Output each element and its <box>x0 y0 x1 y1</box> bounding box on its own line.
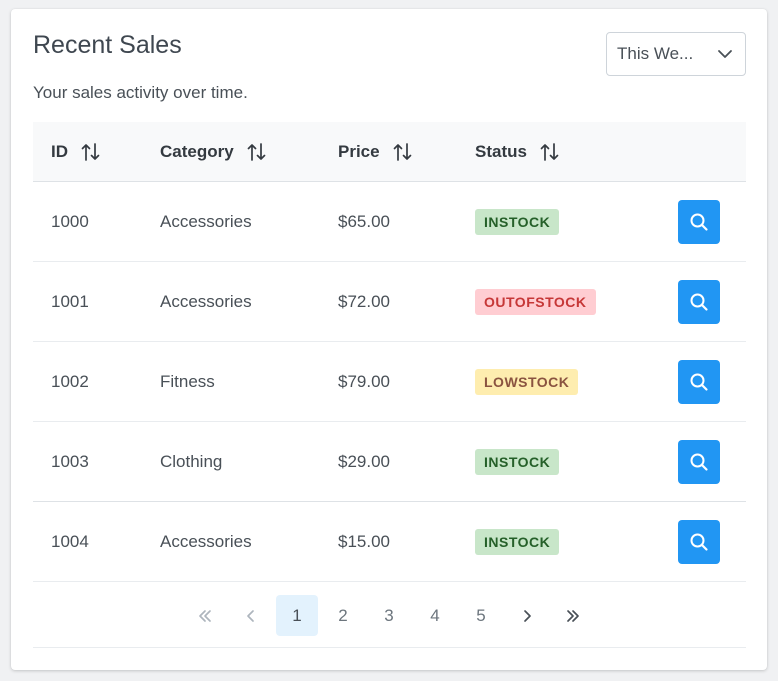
card-subtitle: Your sales activity over time. <box>33 83 248 102</box>
table-row: 1004 Accessories $15.00 INSTOCK <box>33 502 746 582</box>
cell-status: LOWSTOCK <box>475 342 579 422</box>
sort-icon <box>80 141 102 163</box>
status-badge: INSTOCK <box>475 209 560 235</box>
cell-status: INSTOCK <box>475 502 560 582</box>
first-page-button[interactable] <box>184 595 226 636</box>
page-button-5[interactable]: 5 <box>460 595 502 636</box>
cell-price: $72.00 <box>338 292 390 311</box>
last-page-button[interactable] <box>552 595 594 636</box>
view-row-button[interactable] <box>678 520 720 564</box>
cell-category: Accessories <box>160 212 252 231</box>
double-chevron-left-icon <box>196 607 214 625</box>
status-badge: LOWSTOCK <box>475 369 579 395</box>
status-badge: INSTOCK <box>475 449 560 475</box>
cell-id: 1000 <box>51 212 89 231</box>
cell-id: 1001 <box>51 292 89 311</box>
paginator: 1 2 3 4 5 <box>33 584 746 648</box>
column-header-label: Category <box>160 142 234 161</box>
sales-table: ID Category Price Status 1000 Accessorie… <box>33 122 746 582</box>
cell-price: $65.00 <box>338 212 390 231</box>
prev-page-button[interactable] <box>230 595 272 636</box>
search-icon <box>689 292 709 312</box>
cell-id: 1002 <box>51 372 89 391</box>
view-row-button[interactable] <box>678 440 720 484</box>
search-icon <box>689 532 709 552</box>
page-button-3[interactable]: 3 <box>368 595 410 636</box>
cell-category: Fitness <box>160 372 215 391</box>
cell-status: OUTOFSTOCK <box>475 262 596 342</box>
view-row-button[interactable] <box>678 200 720 244</box>
page-button-1[interactable]: 1 <box>276 595 318 636</box>
cell-price: $15.00 <box>338 532 390 551</box>
chevron-down-icon <box>705 33 745 75</box>
card-title: Recent Sales <box>33 31 182 59</box>
double-chevron-right-icon <box>564 607 582 625</box>
search-icon <box>689 212 709 232</box>
sort-icon <box>539 141 561 163</box>
page-button-2[interactable]: 2 <box>322 595 364 636</box>
status-badge: INSTOCK <box>475 529 560 555</box>
cell-category: Accessories <box>160 292 252 311</box>
cell-id: 1004 <box>51 532 89 551</box>
period-select[interactable]: This We... <box>606 32 746 76</box>
search-icon <box>689 452 709 472</box>
column-header-category[interactable]: Category <box>160 122 268 182</box>
chevron-left-icon <box>242 607 260 625</box>
table-row: 1002 Fitness $79.00 LOWSTOCK <box>33 342 746 422</box>
cell-status: INSTOCK <box>475 422 560 502</box>
table-row: 1001 Accessories $72.00 OUTOFSTOCK <box>33 262 746 342</box>
page-button-4[interactable]: 4 <box>414 595 456 636</box>
column-header-status[interactable]: Status <box>475 122 561 182</box>
sort-icon <box>246 141 268 163</box>
cell-id: 1003 <box>51 452 89 471</box>
sort-icon <box>392 141 414 163</box>
column-header-label: ID <box>51 142 68 161</box>
cell-category: Clothing <box>160 452 223 471</box>
cell-price: $29.00 <box>338 452 390 471</box>
cell-category: Accessories <box>160 532 252 551</box>
view-row-button[interactable] <box>678 360 720 404</box>
cell-status: INSTOCK <box>475 182 560 262</box>
column-header-label: Status <box>475 142 527 161</box>
status-badge: OUTOFSTOCK <box>475 289 596 315</box>
chevron-right-icon <box>518 607 536 625</box>
table-row: 1003 Clothing $29.00 INSTOCK <box>33 422 746 502</box>
table-header: ID Category Price Status <box>33 122 746 182</box>
next-page-button[interactable] <box>506 595 548 636</box>
column-header-price[interactable]: Price <box>338 122 414 182</box>
search-icon <box>689 372 709 392</box>
view-row-button[interactable] <box>678 280 720 324</box>
column-header-label: Price <box>338 142 380 161</box>
table-row: 1000 Accessories $65.00 INSTOCK <box>33 182 746 262</box>
column-header-id[interactable]: ID <box>51 122 102 182</box>
recent-sales-card: Recent Sales Your sales activity over ti… <box>11 9 767 670</box>
cell-price: $79.00 <box>338 372 390 391</box>
period-select-value: This We... <box>617 44 694 63</box>
